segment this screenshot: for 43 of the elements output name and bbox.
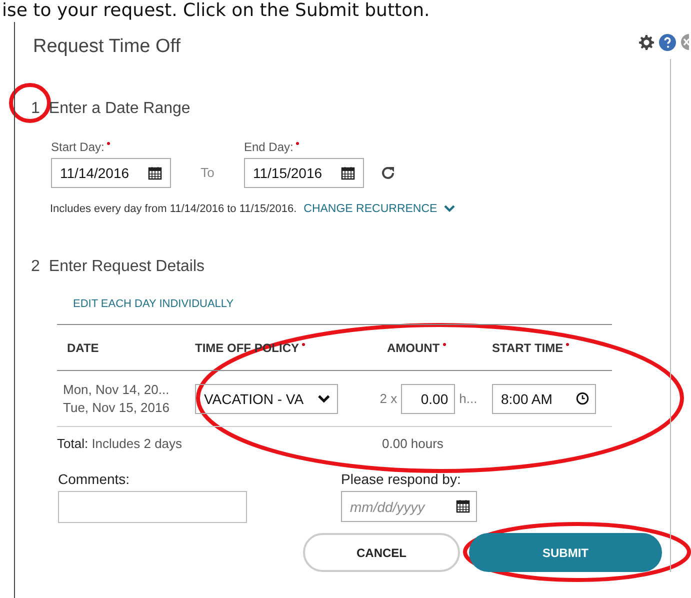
column-header: DATE [67, 340, 99, 354]
date-field[interactable]: 11/14/2016 [51, 158, 171, 188]
unit-text: h... [459, 391, 478, 406]
date-summary: Includes every day from 11/14/2016 to 11/15/2016. [50, 203, 297, 215]
time-field[interactable]: 8:00 AM [492, 384, 596, 414]
policy-dropdown[interactable]: VACATION - VA [195, 384, 338, 414]
calendar-icon[interactable] [148, 166, 162, 180]
respond-by-label: Please respond by: [341, 471, 462, 487]
date-text: Tue, Nov 15, 2016 [63, 400, 170, 415]
to-label: To [200, 164, 216, 182]
cancel-button[interactable]: CANCEL [303, 533, 460, 572]
chevron-down-icon [317, 394, 331, 404]
instruction-text: ise to your request. Click on the Submit button. [1, 0, 431, 22]
column-header: START TIME [492, 340, 564, 354]
date-text: Mon, Nov 14, 20... [63, 382, 170, 397]
calendar-icon[interactable] [456, 499, 470, 513]
clock-icon[interactable] [576, 392, 589, 405]
calendar-icon[interactable] [341, 166, 355, 180]
change-recurrence-link[interactable]: CHANGE RECURRENCE [304, 203, 438, 215]
field-label: Start Day: [51, 140, 104, 154]
section-title: Enter a Date Range [48, 100, 190, 118]
total-hours: 0.00 hours [382, 436, 444, 450]
multiplier-text: 2 x [380, 391, 398, 406]
date-field[interactable]: 11/15/2016 [244, 158, 364, 188]
column-header: AMOUNT [387, 340, 440, 354]
step-number: 1 [31, 100, 40, 118]
chevron-down-icon[interactable] [444, 205, 456, 213]
close-icon[interactable] [681, 34, 691, 50]
field-label: End Day: [244, 140, 294, 154]
submit-button[interactable]: SUBMIT [469, 533, 662, 572]
step-number: 2 [31, 258, 40, 276]
total-text: Total: Includes 2 days [57, 436, 184, 450]
dialog-title: Request Time Off [33, 35, 180, 59]
settings-icon[interactable] [639, 34, 654, 50]
respond-by-field[interactable]: mm/dd/yyyy [341, 491, 477, 522]
refresh-icon[interactable] [380, 165, 396, 181]
comments-label: Comments: [58, 471, 131, 487]
comments-field[interactable] [58, 491, 247, 523]
help-icon[interactable] [659, 34, 676, 50]
section-title: Enter Request Details [48, 258, 205, 276]
amount-field[interactable]: 0.00 [401, 384, 456, 414]
edit-days-link[interactable]: EDIT EACH DAY INDIVIDUALLY [15, 298, 670, 310]
annotation-circle [9, 83, 51, 123]
